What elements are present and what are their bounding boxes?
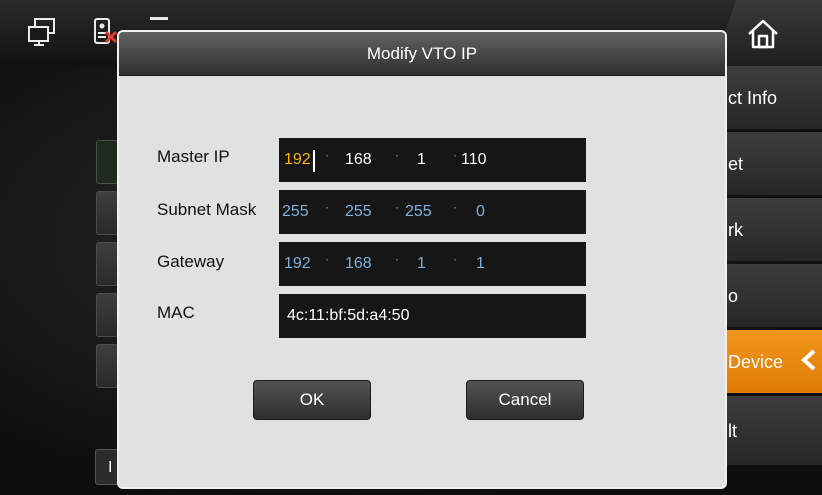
master-ip-octet-4[interactable]: 110	[461, 138, 487, 182]
master-ip-octet-3[interactable]: 1	[417, 138, 426, 182]
home-icon[interactable]	[745, 16, 781, 52]
sidebar-item-label: et	[728, 154, 744, 174]
sidebar-item-contact-info[interactable]: ct Info	[714, 66, 822, 130]
octet-separator: ·	[395, 252, 399, 266]
sidebar-item-default[interactable]: lt	[714, 396, 822, 466]
bg-list-button[interactable]	[96, 140, 118, 184]
bg-bottom-button-label: I	[108, 459, 113, 476]
text-caret	[313, 150, 315, 172]
sidebar-item-label: ct Info	[728, 88, 778, 108]
cancel-button[interactable]: Cancel	[466, 380, 584, 420]
chevron-left-icon	[798, 345, 822, 375]
octet-separator: ·	[395, 200, 399, 214]
bg-list-button[interactable]	[96, 242, 118, 286]
subnet-mask-label: Subnet Mask	[157, 200, 257, 219]
master-ip-field[interactable]: 192 · 168 · 1 · 110	[279, 138, 586, 182]
octet-separator: ·	[325, 148, 329, 162]
master-ip-octet-2[interactable]: 168	[345, 138, 372, 182]
dialog-title: Modify VTO IP	[119, 32, 725, 76]
gateway-octet-2[interactable]: 168	[345, 242, 372, 286]
octet-separator: ·	[325, 252, 329, 266]
bg-list-button[interactable]	[96, 191, 118, 235]
gateway-octet-4[interactable]: 1	[476, 242, 485, 286]
sidebar-item-label: Device	[728, 352, 784, 372]
gateway-octet-1[interactable]: 192	[284, 242, 311, 286]
ok-button[interactable]: OK	[253, 380, 371, 420]
subnet-mask-octet-2[interactable]: 255	[345, 190, 372, 234]
subnet-mask-octet-1[interactable]: 255	[282, 190, 309, 234]
master-ip-octet-1[interactable]: 192	[284, 138, 311, 182]
octet-separator: ·	[453, 200, 457, 214]
subnet-mask-octet-4[interactable]: 0	[476, 190, 485, 234]
sidebar-item-reset[interactable]: et	[714, 132, 822, 196]
bg-list-button[interactable]	[96, 344, 118, 388]
subnet-mask-field[interactable]: 255 · 255 · 255 · 0	[279, 190, 586, 234]
menu-icon[interactable]	[150, 14, 182, 28]
mac-field: 4c:11:bf:5d:a4:50	[279, 294, 586, 338]
master-ip-label: Master IP	[157, 147, 230, 166]
sidebar-item-label: lt	[728, 421, 737, 441]
octet-separator: ·	[453, 148, 457, 162]
octet-separator: ·	[453, 252, 457, 266]
bg-list-button[interactable]	[96, 293, 118, 337]
gateway-field[interactable]: 192 · 168 · 1 · 1	[279, 242, 586, 286]
gateway-label: Gateway	[157, 252, 225, 271]
octet-separator: ·	[325, 200, 329, 214]
sidebar-item-label: rk	[728, 220, 743, 240]
gateway-octet-3[interactable]: 1	[417, 242, 426, 286]
sidebar-item-label: o	[728, 286, 739, 306]
sidebar-item-info[interactable]: o	[714, 264, 822, 328]
subnet-mask-octet-3[interactable]: 255	[405, 190, 432, 234]
octet-separator: ·	[395, 148, 399, 162]
mac-value: 4c:11:bf:5d:a4:50	[287, 307, 410, 324]
modify-vto-ip-dialog: Modify VTO IP Master IP 192 · 168 · 1 · …	[117, 30, 727, 489]
monitor-icon[interactable]	[26, 16, 58, 48]
bg-bottom-button[interactable]: I	[95, 449, 119, 485]
mac-label: MAC	[157, 303, 195, 322]
sidebar-item-network[interactable]: rk	[714, 198, 822, 262]
